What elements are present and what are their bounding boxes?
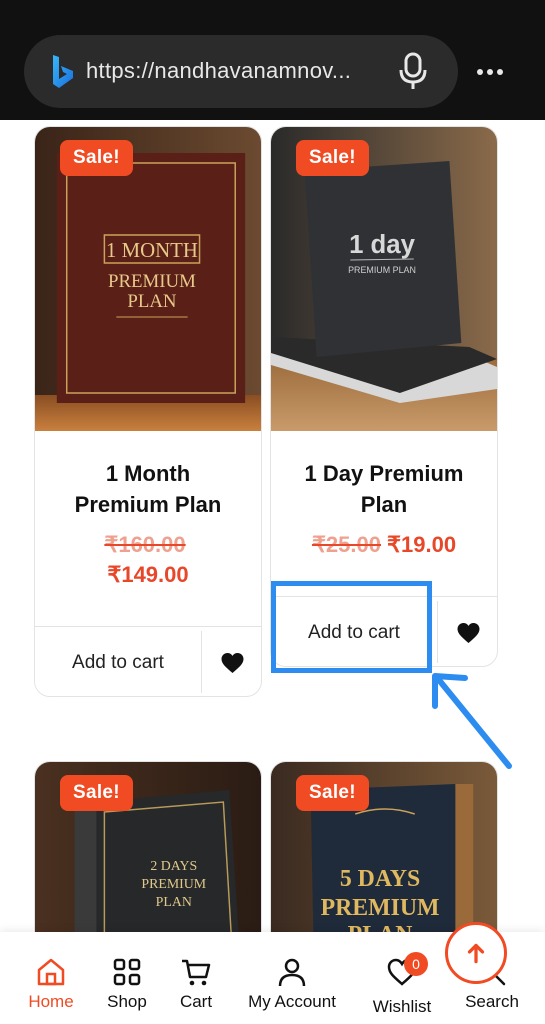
arrow-annotation-icon (432, 673, 512, 769)
bing-icon (53, 55, 73, 88)
cover-text-line3: PLAN (156, 895, 192, 910)
cover-text-line3: PLAN (127, 291, 176, 312)
nav-label: Cart (179, 992, 213, 1011)
sale-badge: Sale! (60, 140, 133, 176)
nav-wishlist[interactable]: 0 Wishlist (369, 952, 435, 1017)
cover-text-line2: PREMIUM (141, 877, 206, 892)
add-to-cart-button[interactable]: Add to cart (35, 627, 201, 696)
scroll-to-top-button[interactable] (445, 922, 507, 984)
sale-price-value: ₹19.00 (387, 532, 457, 557)
sale-badge: Sale! (296, 775, 369, 811)
status-bar (0, 0, 545, 8)
cover-text-line1: 2 DAYS (150, 859, 197, 874)
cover-text-line2: PREMIUM (108, 271, 196, 292)
nav-label: Shop (107, 992, 147, 1011)
heart-icon (457, 622, 480, 643)
nav-label: Home (28, 992, 74, 1011)
old-price-value: ₹25.00 (311, 532, 381, 557)
wishlist-button[interactable] (202, 627, 261, 696)
mic-icon[interactable] (396, 51, 430, 91)
wishlist-button[interactable] (438, 597, 497, 666)
highlight-box (271, 581, 432, 673)
heart-icon (221, 652, 244, 673)
arrow-up-icon (467, 943, 485, 964)
page: https://nandhavanamnov... 1 MONTH PREMIU… (0, 0, 545, 1024)
product-card: 1 MONTH PREMIUM PLAN Sale! 1 Month Premi… (34, 126, 262, 697)
nav-shop[interactable]: Shop (104, 956, 150, 1012)
cover-text-line1: 1 MONTH (106, 238, 198, 262)
product-title-line1[interactable]: 1 Month (35, 458, 261, 489)
sale-price: ₹149.00 (107, 562, 189, 587)
nav-label: Wishlist (372, 997, 432, 1016)
price: ₹25.00 ₹19.00 (271, 532, 497, 558)
cover-text-line2: PREMIUM PLAN (348, 265, 416, 275)
home-icon (37, 958, 65, 986)
nav-cart[interactable]: Cart (176, 956, 216, 1012)
nav-label: Search (465, 992, 519, 1011)
wishlist-count-badge: 0 (404, 952, 428, 976)
grid-icon (113, 958, 141, 986)
url-text[interactable]: https://nandhavanamnov... (86, 58, 386, 84)
sale-badge: Sale! (296, 140, 369, 176)
old-price-value: ₹160.00 (104, 532, 186, 557)
user-icon (278, 958, 306, 987)
cart-icon (182, 959, 211, 986)
nav-home[interactable]: Home (27, 956, 75, 1012)
product-title-line2[interactable]: Premium Plan (35, 489, 261, 520)
product-title-line2[interactable]: Plan (271, 489, 497, 520)
sale-badge: Sale! (60, 775, 133, 811)
product-title-line1[interactable]: 1 Day Premium (271, 458, 497, 489)
cover-text-line1: 1 day (349, 231, 415, 259)
nav-my-account[interactable]: My Account (243, 956, 341, 1012)
cover-text-line1: 5 DAYS (340, 866, 420, 892)
cover-text-line2: PREMIUM (321, 895, 440, 921)
old-price: ₹160.00 (35, 532, 261, 558)
more-dots-icon[interactable] (476, 62, 504, 82)
nav-label: My Account (248, 992, 336, 1011)
